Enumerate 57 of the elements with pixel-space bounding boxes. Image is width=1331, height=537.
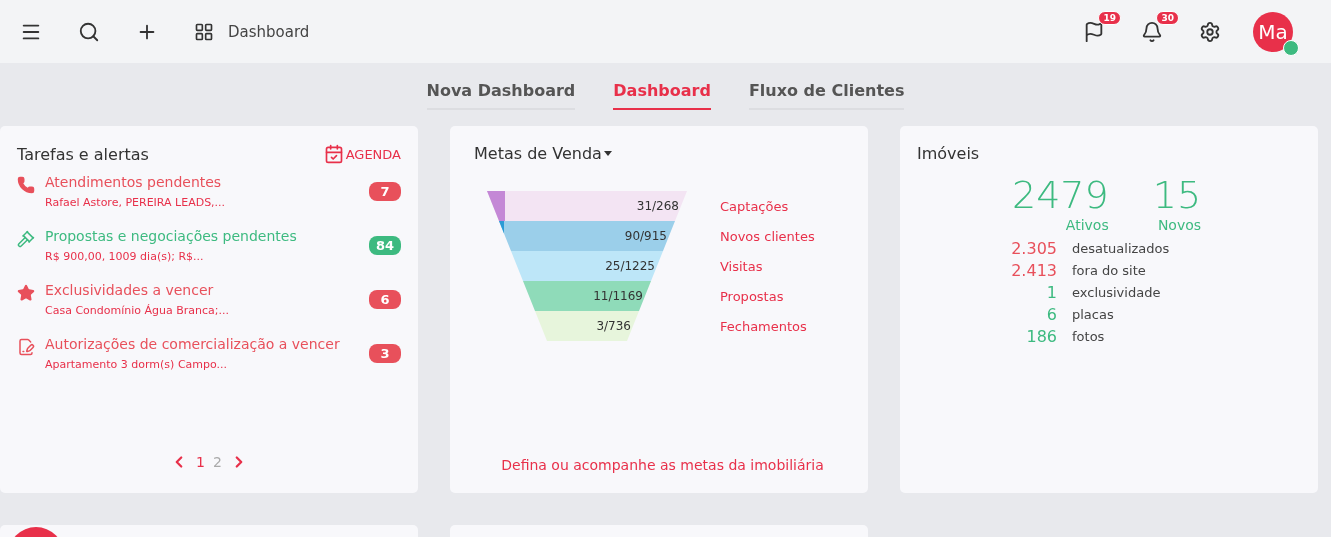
stage-value: 11/1169 — [593, 289, 644, 303]
stage-label: Novos clientes — [720, 228, 815, 244]
task-detail: Rafael Astore, PEREIRA LEADS,... — [45, 196, 227, 209]
task-link[interactable]: Autorizações de comercialização a vencer — [45, 336, 359, 352]
total-label: Ativos — [1065, 217, 1109, 233]
search-icon — [78, 20, 100, 43]
goals-dropdown[interactable]: Metas de Venda — [474, 144, 851, 163]
star-icon — [17, 284, 35, 302]
stat-value: 1 — [1045, 283, 1057, 302]
task-link[interactable]: Atendimentos pendentes — [45, 174, 359, 190]
goals-link[interactable]: Defina ou acompanhe as metas da imobiliária — [474, 457, 851, 473]
flag-count-badge: 19 — [1098, 10, 1121, 25]
calendar-icon — [323, 144, 344, 164]
stage-value: 90/915 — [624, 229, 668, 243]
tab[interactable]: Nova Dashboard — [426, 79, 576, 110]
task-count: 7 — [369, 182, 401, 201]
stat-label: placas — [1072, 307, 1115, 322]
task-detail: Casa Condomínio Água Branca;... — [45, 304, 230, 317]
stage-value: 31/268 — [636, 199, 680, 213]
stat-value: 2.305 — [1010, 239, 1057, 258]
task-link[interactable]: Exclusividades a vencer — [45, 282, 359, 298]
agenda-button[interactable]: AGENDA — [323, 144, 401, 164]
gavel-icon — [17, 230, 35, 248]
total-value: 15 — [1152, 173, 1202, 217]
document-signature-icon — [17, 338, 35, 356]
stat-value: 2.413 — [1010, 261, 1057, 280]
task-detail: Apartamento 3 dorm(s) Campo... — [45, 358, 229, 371]
tab[interactable]: Dashboard — [613, 79, 711, 110]
page-title: Dashboard — [228, 22, 310, 41]
stage-label: Visitas — [720, 258, 763, 274]
task-count: 6 — [369, 290, 401, 309]
stat-label: exclusividade — [1072, 285, 1162, 300]
stat-label: fotos — [1072, 329, 1106, 344]
stage-label: Fechamentos — [720, 318, 807, 334]
task-count: 84 — [369, 236, 401, 255]
total-label: Novos — [1157, 217, 1202, 233]
user-avatar[interactable]: Ma — [1253, 11, 1293, 52]
phone-icon — [17, 176, 35, 194]
stat-label: fora do site — [1072, 263, 1147, 278]
page-button[interactable]: 2 — [213, 454, 222, 470]
page-button[interactable]: 1 — [196, 454, 205, 470]
card-title: Imóveis — [917, 144, 981, 163]
stage-value: 3/736 — [596, 319, 632, 333]
stage-label: Captações — [720, 198, 789, 214]
total-value: 2479 — [1012, 173, 1109, 217]
stage-value: 25/1225 — [605, 259, 656, 273]
card-title: Tarefas e alertas — [17, 144, 149, 164]
stat-value: 186 — [1025, 327, 1057, 346]
notification-count-badge: 30 — [1156, 10, 1179, 25]
task-detail: R$ 900,00, 1009 dia(s); R$... — [45, 250, 205, 263]
caret-icon — [603, 151, 612, 156]
stat-label: desatualizados — [1072, 241, 1171, 256]
tab[interactable]: Fluxo de Clientes — [748, 79, 905, 110]
stage-label: Propostas — [720, 288, 784, 304]
stat-value: 6 — [1045, 305, 1057, 324]
task-count: 3 — [369, 344, 401, 363]
task-link[interactable]: Propostas e negociações pendentes — [45, 228, 359, 244]
